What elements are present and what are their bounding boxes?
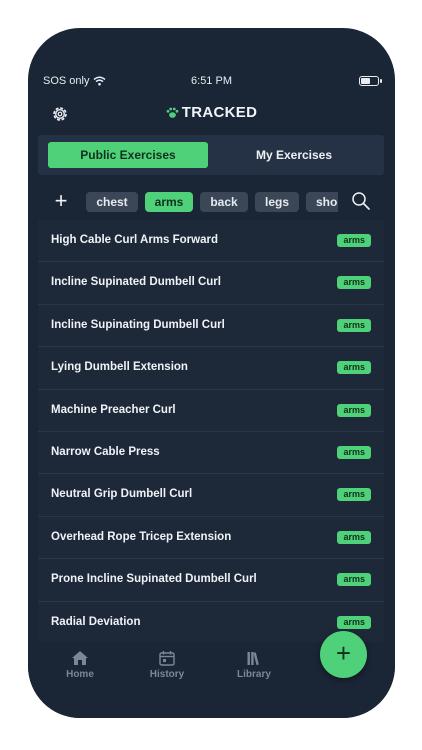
chip-chest[interactable]: chest — [86, 192, 138, 212]
tab-public-exercises[interactable]: Public Exercises — [48, 142, 208, 168]
exercise-name: Overhead Rope Tricep Extension — [51, 530, 232, 543]
tab-home[interactable]: Home — [50, 650, 110, 680]
home-icon — [72, 651, 88, 665]
tab-library-label: Library — [237, 669, 271, 680]
exercise-row[interactable]: Machine Preacher Curl arms — [38, 389, 384, 432]
category-tag: arms — [337, 234, 371, 247]
exercise-name: Radial Deviation — [51, 615, 141, 628]
exercise-row[interactable]: Incline Supinated Dumbell Curl arms — [38, 262, 384, 305]
exercise-name: High Cable Curl Arms Forward — [51, 234, 218, 246]
tab-library[interactable]: Library — [224, 650, 284, 680]
category-chips[interactable]: chest arms back legs sho — [86, 192, 338, 214]
app-title-text: TRACKED — [181, 104, 258, 121]
search-icon[interactable] — [351, 191, 371, 211]
tab-history[interactable]: History — [137, 650, 197, 680]
chip-legs[interactable]: legs — [255, 192, 299, 212]
calendar-icon — [159, 651, 175, 666]
exercise-row[interactable]: Incline Supinating Dumbell Curl arms — [38, 304, 384, 348]
exercise-source-toggle: Public Exercises My Exercises — [38, 135, 384, 175]
exercise-row[interactable]: Overhead Rope Tricep Extension arms — [38, 516, 384, 560]
tab-my-exercises[interactable]: My Exercises — [214, 142, 374, 168]
category-tag: arms — [337, 573, 371, 587]
tab-history-label: History — [149, 669, 185, 680]
category-tag: arms — [337, 488, 371, 502]
tab-home-label: Home — [66, 669, 94, 680]
exercise-row[interactable]: Prone Incline Supinated Dumbell Curl arm… — [38, 559, 384, 602]
exercise-row[interactable]: Narrow Cable Press arms — [38, 431, 384, 475]
exercise-name: Neutral Grip Dumbell Curl — [51, 488, 193, 501]
chip-shoulders[interactable]: sho — [306, 192, 338, 212]
category-tag: arms — [337, 361, 371, 375]
battery-icon — [359, 76, 382, 86]
paw-icon — [166, 107, 179, 118]
category-tag: arms — [337, 445, 371, 459]
exercise-row[interactable]: Neutral Grip Dumbell Curl arms — [38, 474, 384, 517]
exercise-row[interactable]: High Cable Curl Arms Forward arms — [38, 220, 384, 263]
add-exercise-button[interactable]: + — [320, 631, 367, 678]
exercise-name: Incline Supinated Dumbell Curl — [51, 276, 221, 289]
exercise-row[interactable]: Lying Dumbell Extension arms — [38, 347, 384, 390]
chip-back[interactable]: back — [200, 192, 248, 212]
add-filter-button[interactable]: + — [51, 189, 71, 213]
app-header: TRACKED — [28, 100, 395, 130]
exercise-name: Incline Supinating Dumbell Curl — [51, 318, 225, 331]
category-tag: arms — [337, 276, 371, 290]
filter-bar: + chest arms back legs sho — [28, 188, 395, 218]
app-title: TRACKED — [28, 104, 395, 121]
status-bar: SOS only 6:51 PM — [28, 72, 395, 92]
category-tag: arms — [337, 403, 371, 417]
chip-arms[interactable]: arms — [145, 192, 193, 212]
exercise-name: Lying Dumbell Extension — [51, 361, 188, 374]
exercise-list[interactable]: High Cable Curl Arms Forward arms Inclin… — [38, 220, 384, 642]
clock: 6:51 PM — [191, 75, 232, 87]
exercise-name: Machine Preacher Curl — [51, 403, 176, 416]
exercise-name: Prone Incline Supinated Dumbell Curl — [51, 573, 257, 586]
category-tag: arms — [337, 318, 371, 332]
exercise-name: Narrow Cable Press — [51, 445, 160, 458]
phone-screen: SOS only 6:51 PM TRACKED Public Exercise… — [28, 28, 395, 718]
category-tag: arms — [337, 615, 371, 629]
category-tag: arms — [337, 530, 371, 544]
library-icon — [247, 652, 259, 666]
